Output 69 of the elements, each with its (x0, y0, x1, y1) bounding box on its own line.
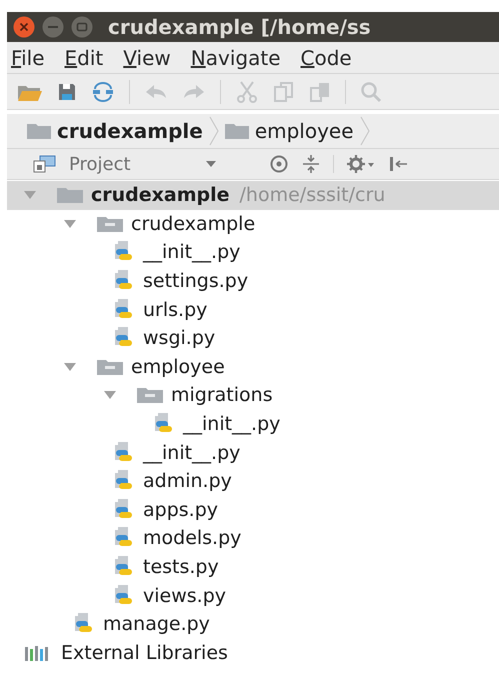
folder-icon (97, 358, 123, 375)
tree-item-label: tests.py (143, 556, 219, 578)
tree-item-label: crudexample (131, 212, 256, 235)
tree-row[interactable]: tests.py (7, 552, 499, 582)
cut-icon[interactable] (235, 80, 259, 102)
tree-item-label: __init__.py (143, 442, 240, 464)
tree-row[interactable]: settings.py (7, 266, 499, 296)
tree-row[interactable]: manage.py (7, 610, 499, 638)
menu-item[interactable]: View (123, 46, 171, 70)
breadcrumb-item[interactable]: crudexample (57, 119, 203, 143)
folder-icon (224, 123, 249, 139)
window-title: crudexample [/home/ss (108, 15, 371, 39)
tree-row[interactable]: crudexample (7, 210, 499, 238)
tree-item-label: __init__.py (143, 241, 240, 264)
undo-icon[interactable] (144, 82, 168, 100)
tree-item-label: employee (131, 356, 225, 378)
chevron-icon (360, 116, 370, 146)
close-icon[interactable] (11, 16, 37, 38)
tree-row[interactable]: employee (7, 352, 499, 382)
folder-icon (27, 123, 51, 139)
copy-icon[interactable] (273, 80, 295, 102)
folder-icon (57, 187, 83, 204)
tree-row[interactable]: External Libraries (7, 638, 499, 668)
tree-item-label: crudexample (91, 184, 230, 206)
project-view-icon (33, 155, 57, 173)
maximize-icon[interactable] (69, 16, 95, 38)
tree-item-label: wsgi.py (143, 327, 216, 350)
tree-row[interactable]: migrations (7, 381, 499, 410)
tree-item-label: settings.py (143, 270, 248, 292)
project-path: /home/sssit/cru (240, 184, 386, 206)
menu-item[interactable]: Navigate (190, 46, 280, 70)
tree-item-label: manage.py (103, 613, 210, 636)
chevron-icon (208, 116, 219, 146)
panel-title[interactable]: Project (69, 154, 193, 174)
tree-row[interactable]: apps.py (7, 496, 499, 524)
tree-row[interactable]: __init__.py (7, 238, 499, 267)
hide-panel-icon[interactable] (388, 154, 408, 174)
tree-item-label: admin.py (143, 470, 232, 492)
tree-item-label: External Libraries (61, 642, 228, 664)
tree-row[interactable]: urls.py (7, 295, 499, 324)
redo-icon[interactable] (182, 82, 206, 100)
folder-icon (137, 387, 163, 404)
collapse-icon[interactable] (301, 154, 321, 174)
sync-icon[interactable] (91, 80, 115, 102)
tree-item-label: views.py (143, 584, 226, 607)
tree-row[interactable]: views.py (7, 581, 499, 610)
minimize-icon[interactable] (40, 16, 66, 38)
tree-item-label: __init__.py (183, 413, 280, 436)
tree-item-label: apps.py (143, 498, 218, 521)
tree-row[interactable]: wsgi.py (7, 324, 499, 353)
tree-row[interactable]: crudexample /home/sssit/cru (7, 181, 499, 210)
gear-icon[interactable] (346, 154, 376, 174)
menu-item[interactable]: Code (300, 46, 352, 70)
tree-item-label: migrations (171, 384, 273, 406)
tree-row[interactable]: admin.py (7, 466, 499, 496)
breadcrumb-item[interactable]: employee (254, 119, 354, 143)
tree-item-label: models.py (143, 527, 242, 550)
menu-item[interactable]: File (11, 46, 44, 70)
caret-icon[interactable] (205, 160, 217, 168)
folder-icon (97, 216, 123, 232)
tree-row[interactable]: models.py (7, 524, 499, 553)
search-icon[interactable] (360, 80, 382, 102)
tree-row[interactable]: __init__.py (7, 410, 499, 438)
save-icon[interactable] (57, 82, 77, 102)
menu-item[interactable]: Edit (64, 46, 104, 70)
target-icon[interactable] (269, 154, 289, 174)
tree-row[interactable]: __init__.py (7, 438, 499, 467)
tree-item-label: urls.py (143, 298, 208, 321)
paste-icon[interactable] (309, 80, 331, 102)
